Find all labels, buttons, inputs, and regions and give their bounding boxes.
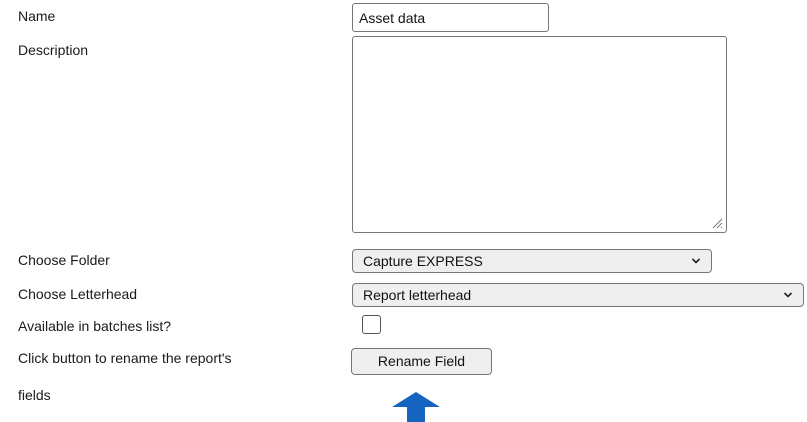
batches-label: Available in batches list? — [18, 318, 172, 334]
rename-label-line1: Click button to rename the report's — [18, 350, 232, 366]
chevron-down-icon — [783, 292, 793, 298]
letterhead-selected-value: Report letterhead — [363, 287, 472, 303]
arrow-up-icon — [392, 392, 440, 422]
folder-select[interactable]: Capture EXPRESS — [352, 249, 712, 273]
rename-field-button[interactable]: Rename Field — [351, 348, 492, 375]
name-input[interactable] — [352, 3, 549, 32]
description-label: Description — [18, 42, 89, 58]
resize-grip-icon[interactable] — [711, 217, 723, 229]
folder-label: Choose Folder — [18, 252, 110, 268]
batches-checkbox[interactable] — [362, 315, 381, 334]
name-label: Name — [18, 8, 56, 24]
letterhead-select[interactable]: Report letterhead — [352, 283, 804, 307]
rename-label-line2: fields — [18, 387, 51, 403]
folder-selected-value: Capture EXPRESS — [363, 253, 483, 269]
letterhead-label: Choose Letterhead — [18, 286, 138, 302]
chevron-down-icon — [691, 258, 701, 264]
description-textarea[interactable] — [352, 36, 727, 233]
